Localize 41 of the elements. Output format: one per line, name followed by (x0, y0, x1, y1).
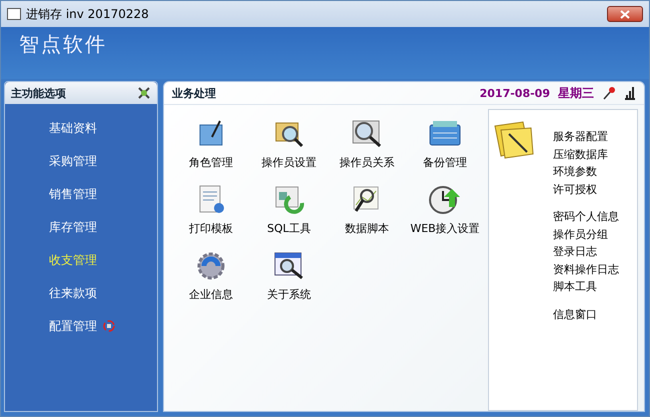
tool-button[interactable]: WEB接入设置 (406, 183, 484, 236)
tools-icon[interactable] (137, 86, 151, 100)
menu-link[interactable]: 登录日志 (553, 243, 619, 260)
menu-link[interactable]: 压缩数据库 (553, 146, 619, 163)
weekday-text: 星期三 (558, 84, 594, 102)
sidebar-item[interactable]: 销售管理 (49, 184, 157, 204)
tool-button[interactable]: 操作员关系 (328, 117, 406, 170)
sidebar-item[interactable]: 库存管理 (49, 217, 157, 237)
tool-button[interactable]: 备份管理 (406, 117, 484, 170)
pin-icon[interactable] (602, 86, 616, 100)
sidebar-item[interactable]: 采购管理 (49, 151, 157, 171)
tool-button[interactable]: 角色管理 (172, 117, 250, 170)
menu-link[interactable]: 信息窗口 (553, 306, 619, 323)
sidebar-item[interactable]: 配置管理 (49, 316, 157, 336)
tool-button[interactable]: 打印模板 (172, 183, 250, 236)
menu-link[interactable]: 环境参数 (553, 163, 619, 180)
brand-name: 智点软件 (19, 32, 107, 56)
bars-icon[interactable] (624, 86, 636, 100)
tool-button[interactable]: 企业信息 (172, 249, 250, 302)
close-icon (620, 10, 630, 18)
sidebar-title: 主功能选项 (11, 86, 66, 100)
tool-button[interactable]: SQL工具 (250, 183, 328, 236)
tool-button[interactable]: 数据脚本 (328, 183, 406, 236)
tool-button[interactable]: 关于系统 (250, 249, 328, 302)
panel-title: 业务处理 (172, 86, 217, 100)
sidebar-item[interactable]: 收支管理 (49, 250, 157, 270)
close-button[interactable] (607, 6, 643, 22)
tool-icon (428, 183, 462, 215)
menu-link[interactable]: 许可授权 (553, 180, 619, 198)
app-icon (7, 8, 21, 20)
menu-link[interactable]: 操作员分组 (553, 226, 619, 243)
refresh-icon (103, 320, 115, 332)
menu-link[interactable]: 资料操作日志 (553, 260, 619, 278)
menu-link[interactable]: 密码个人信息 (553, 208, 619, 226)
menu-link[interactable]: 服务器配置 (553, 128, 619, 146)
tool-button[interactable]: 操作员设置 (250, 117, 328, 170)
window-title: 进销存 inv 20170228 (26, 6, 149, 22)
sidebar-item[interactable]: 基础资料 (49, 118, 157, 138)
sidebar-item[interactable]: 往来款项 (49, 283, 157, 303)
date-text: 2017-08-09 (480, 86, 550, 100)
menu-link[interactable]: 脚本工具 (553, 278, 619, 296)
